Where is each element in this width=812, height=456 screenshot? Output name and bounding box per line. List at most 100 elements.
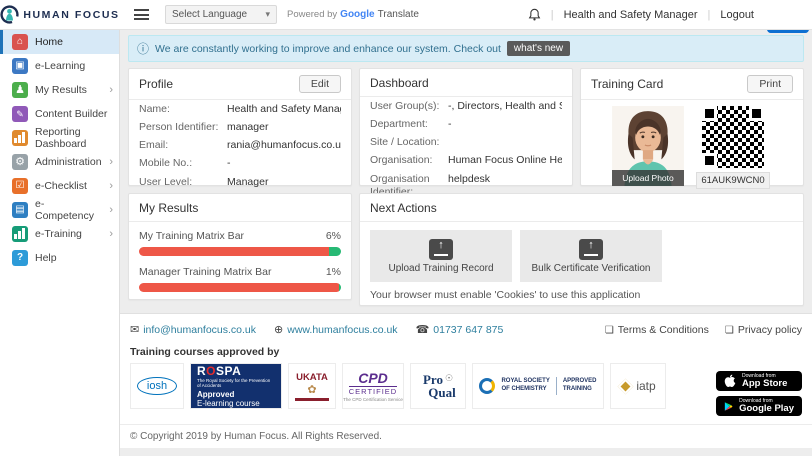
upload-training-record-tile[interactable]: Upload Training Record bbox=[370, 230, 512, 282]
footer-phone-link[interactable]: 01737 647 875 bbox=[416, 323, 504, 336]
rsc-divider bbox=[556, 377, 557, 395]
field-value: - bbox=[227, 157, 341, 170]
apple-icon bbox=[724, 374, 736, 388]
iosh-logo-text: iosh bbox=[137, 377, 177, 395]
banner-text: We are constantly working to improve and… bbox=[155, 43, 501, 55]
cpd-certified-text: CERTIFIED bbox=[349, 386, 397, 396]
translate-text: Translate bbox=[378, 9, 419, 20]
language-selector-label: Select Language bbox=[172, 9, 247, 20]
footer-website-link[interactable]: www.humanfocus.co.uk bbox=[274, 323, 398, 336]
cookies-note: Your browser must enable 'Cookies' to us… bbox=[360, 286, 803, 304]
cpd-subtext: The CPD Certification Service bbox=[343, 397, 403, 402]
content-builder-icon bbox=[12, 106, 28, 122]
sidebar-item-label: My Results bbox=[35, 84, 87, 96]
iatp-logo-text: iatp bbox=[636, 379, 655, 393]
sidebar-item-help[interactable]: Help bbox=[0, 246, 119, 270]
rsc-approved-text: APPROVED bbox=[563, 378, 597, 386]
whats-new-button[interactable]: what's new bbox=[507, 41, 570, 56]
header-divider: | bbox=[707, 9, 710, 21]
sidebar-item-content-builder[interactable]: Content Builder bbox=[0, 102, 119, 126]
sidebar-item-administration[interactable]: Administration › bbox=[0, 150, 119, 174]
sidebar-item-ecompetency[interactable]: e-Competency › bbox=[0, 198, 119, 222]
rsc-text: OF CHEMISTRY bbox=[501, 386, 549, 394]
sidebar-item-label: e-Learning bbox=[35, 60, 85, 72]
ukata-logo-text: UKATA bbox=[296, 372, 328, 383]
privacy-text: Privacy policy bbox=[738, 324, 802, 336]
chevron-down-icon bbox=[265, 9, 270, 20]
google-play-badge[interactable]: Download from Google Play bbox=[716, 396, 802, 416]
footer-phone-text: 01737 647 875 bbox=[433, 324, 503, 336]
approved-by-heading: Training courses approved by bbox=[120, 338, 812, 363]
badge-big-text: App Store bbox=[742, 379, 787, 389]
sidebar-item-home[interactable]: Home bbox=[0, 30, 119, 54]
field-label: Person Identifier: bbox=[139, 121, 227, 134]
footer-email-link[interactable]: info@humanfocus.co.uk bbox=[130, 323, 256, 336]
sidebar-item-label: e-Training bbox=[35, 228, 82, 240]
menu-toggle-icon[interactable] bbox=[134, 9, 149, 20]
royal-society-chemistry-logo: ROYAL SOCIETY OF CHEMISTRY APPROVED TRAI… bbox=[472, 363, 604, 409]
sidebar-item-label: Administration bbox=[35, 156, 102, 168]
field-value: Health and Safety Manager bbox=[227, 103, 341, 116]
email-icon bbox=[130, 323, 139, 336]
document-icon bbox=[725, 324, 734, 336]
info-icon bbox=[137, 40, 149, 57]
dashboard-card-title: Dashboard bbox=[370, 76, 429, 90]
announcement-banner: We are constantly working to improve and… bbox=[128, 35, 804, 62]
google-wordmark: Google bbox=[340, 9, 374, 20]
privacy-policy-link[interactable]: Privacy policy bbox=[725, 324, 802, 336]
print-button[interactable]: Print bbox=[747, 75, 793, 93]
sidebar-item-echecklist[interactable]: e-Checklist › bbox=[0, 174, 119, 198]
progress-group: Manager Training Matrix Bar 1% bbox=[129, 258, 351, 294]
ukata-bar bbox=[295, 398, 329, 401]
competency-icon bbox=[12, 202, 28, 218]
field-label: Site / Location: bbox=[370, 136, 448, 149]
rospa-logo: ROSPA The Royal Society for the Preventi… bbox=[190, 363, 282, 409]
field-value: -, Directors, Health and Safet... bbox=[448, 100, 562, 113]
field-value: manager bbox=[227, 121, 341, 134]
sidebar-nav: Home e-Learning My Results › Content Bui… bbox=[0, 30, 120, 456]
sidebar-item-etraining[interactable]: e-Training › bbox=[0, 222, 119, 246]
progress-bar-remaining bbox=[139, 247, 329, 256]
sidebar-item-label: e-Competency bbox=[35, 198, 102, 222]
bulk-certificate-verification-tile[interactable]: Bulk Certificate Verification bbox=[520, 230, 662, 282]
field-value: rania@humanfocus.co.uk bbox=[227, 139, 341, 152]
chevron-right-icon: › bbox=[109, 156, 113, 168]
upload-photo-button[interactable]: Upload Photo bbox=[612, 170, 684, 186]
footer-website-text: www.humanfocus.co.uk bbox=[287, 324, 397, 336]
proqual-logo: Pro☉ Qual bbox=[410, 363, 466, 409]
sidebar-item-label: Reporting Dashboard bbox=[35, 126, 113, 150]
field-label: Name: bbox=[139, 103, 227, 116]
edit-profile-button[interactable]: Edit bbox=[299, 75, 341, 93]
progress-group: My Training Matrix Bar 6% bbox=[129, 222, 351, 258]
language-selector[interactable]: Select Language bbox=[165, 5, 277, 24]
ukata-logo: UKATA ✿ bbox=[288, 363, 336, 409]
current-user-name[interactable]: Health and Safety Manager bbox=[564, 9, 698, 21]
main-content: We are constantly working to improve and… bbox=[120, 30, 812, 456]
brand-logo: HUMAN FOCUS bbox=[0, 0, 120, 29]
app-store-badge[interactable]: Download from App Store bbox=[716, 371, 802, 391]
terms-conditions-link[interactable]: Terms & Conditions bbox=[605, 324, 709, 336]
notifications-bell-icon[interactable] bbox=[528, 8, 541, 22]
progress-bar-completed bbox=[329, 247, 341, 256]
home-icon bbox=[12, 34, 28, 50]
field-label: Department: bbox=[370, 118, 448, 131]
sidebar-item-my-results[interactable]: My Results › bbox=[0, 78, 119, 102]
training-card-code: 61AUK9WCN0 bbox=[696, 172, 770, 189]
logout-button[interactable]: Logout bbox=[720, 9, 754, 21]
brand-name: HUMAN FOCUS bbox=[23, 9, 119, 21]
copyright-text: © Copyright 2019 by Human Focus. All Rig… bbox=[120, 424, 812, 448]
accreditation-logos: iosh ROSPA The Royal Society for the Pre… bbox=[120, 363, 812, 409]
profile-card-title: Profile bbox=[139, 77, 173, 91]
sidebar-item-elearning[interactable]: e-Learning bbox=[0, 54, 119, 78]
footer: info@humanfocus.co.uk www.humanfocus.co.… bbox=[120, 313, 812, 448]
field-label: User Group(s): bbox=[370, 100, 448, 113]
progress-bar bbox=[139, 283, 341, 292]
sidebar-item-reporting-dashboard[interactable]: Reporting Dashboard bbox=[0, 126, 119, 150]
badge-big-text: Google Play bbox=[739, 404, 794, 414]
google-play-icon bbox=[724, 400, 733, 413]
chevron-right-icon: › bbox=[109, 180, 113, 192]
reporting-dashboard-icon bbox=[12, 130, 28, 146]
field-value: Human Focus Online Help Desk bbox=[448, 154, 562, 167]
field-value bbox=[448, 136, 562, 149]
rospa-course-text: E-learning course bbox=[197, 399, 260, 408]
